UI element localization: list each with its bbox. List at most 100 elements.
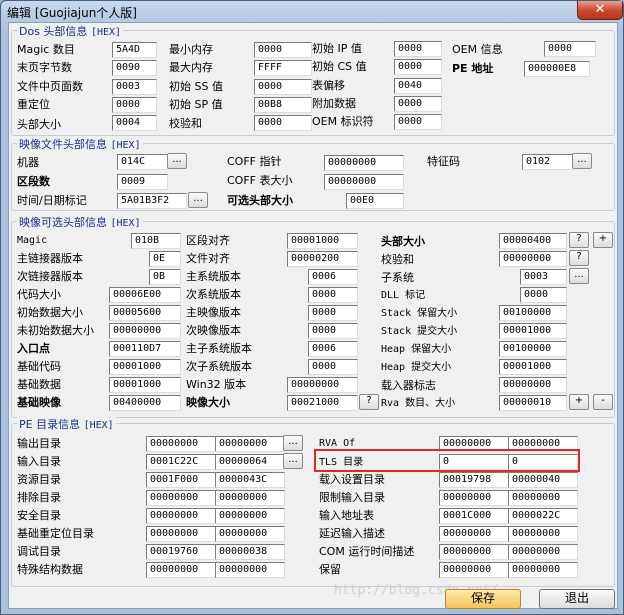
oh-stackcommit-field[interactable]: 00001000 — [499, 323, 567, 339]
oh-win32ver-field[interactable]: 00000000 — [287, 377, 358, 393]
dos-oeminfo-field[interactable]: 0000 — [544, 41, 596, 57]
dd-arch-rva[interactable]: 00000000 — [146, 562, 216, 578]
fh-timestamp-field[interactable]: 5A01B3F2 — [117, 193, 187, 209]
dd-com-size[interactable]: 00000000 — [508, 544, 578, 560]
dd-import-rva[interactable]: 0001C22C — [146, 454, 216, 470]
dos-checksum-field[interactable]: 0000 — [254, 115, 312, 131]
fh-timestamp-browse-button[interactable]: ... — [188, 192, 208, 208]
dd-security-rva[interactable]: 00000000 — [146, 508, 216, 524]
fh-machine-browse-button[interactable]: ... — [167, 153, 187, 169]
oh-dllflags-field[interactable]: 0000 — [520, 287, 567, 303]
dos-magic-field[interactable]: 5A4D — [112, 42, 157, 58]
fh-characteristics-field[interactable]: 0102 — [522, 154, 574, 170]
dd-exception-rva[interactable]: 00000000 — [146, 490, 216, 506]
dos-ss-field[interactable]: 0000 — [254, 79, 312, 95]
oh-imagebase-field[interactable]: 00400000 — [109, 395, 181, 411]
oh-checksum-field[interactable]: 00000000 — [499, 251, 567, 267]
dd-delayimport-rva[interactable]: 00000000 — [439, 526, 509, 542]
dd-com-label: COM 运行时间描述 — [319, 545, 415, 558]
oh-rvacount-minus-button[interactable]: - — [593, 394, 613, 410]
fh-coffsize-field[interactable]: 00000000 — [324, 174, 404, 190]
oh-codesize-field[interactable]: 00006E00 — [109, 287, 181, 303]
oh-hdrsize-help-button[interactable]: ? — [569, 232, 589, 248]
oh-filealign-field[interactable]: 00000200 — [287, 251, 358, 267]
dd-tls-rva[interactable]: 0 — [439, 454, 509, 470]
dos-overlay-field[interactable]: 0000 — [394, 96, 442, 112]
dd-iat-rva[interactable]: 0001C000 — [439, 508, 509, 524]
oh-imagesize-field[interactable]: 00021000 — [287, 395, 358, 411]
dos-oemid-field[interactable]: 0000 — [394, 114, 442, 130]
dd-reserved-rva[interactable]: 00000000 — [439, 562, 509, 578]
dd-import-browse-button[interactable]: ... — [283, 453, 303, 469]
oh-majoros-field[interactable]: 0006 — [308, 269, 358, 285]
dd-debug-rva[interactable]: 00019760 — [146, 544, 216, 560]
dd-reserved-size[interactable]: 00000000 — [508, 562, 578, 578]
close-button[interactable]: ✕ — [577, 1, 623, 20]
oh-magic-field[interactable]: 010B — [131, 233, 181, 249]
dd-loadconfig-rva[interactable]: 00019798 — [439, 472, 509, 488]
oh-entry-field[interactable]: 000110D7 — [109, 341, 181, 357]
oh-secalign-field[interactable]: 00001000 — [287, 233, 358, 249]
dos-pages-field[interactable]: 0003 — [112, 79, 157, 95]
fh-sections-field[interactable]: 0009 — [117, 174, 168, 190]
oh-heapres-field[interactable]: 00100000 — [499, 341, 567, 357]
dos-lfarlc-field[interactable]: 0040 — [394, 78, 442, 94]
dos-sp-field[interactable]: 00B8 — [254, 97, 312, 113]
oh-minorsub-field[interactable]: 0000 — [308, 359, 358, 375]
dd-export-size[interactable]: 00000000 — [215, 436, 285, 452]
fh-coffptr-field[interactable]: 00000000 — [324, 155, 404, 171]
oh-subsystem-field[interactable]: 0003 — [520, 269, 567, 285]
oh-initdata-field[interactable]: 00005600 — [109, 305, 181, 321]
oh-stackres-field[interactable]: 00100000 — [499, 305, 567, 321]
oh-imagesize-help-button[interactable]: ? — [359, 394, 379, 410]
dd-import-size[interactable]: 00000064 — [215, 454, 285, 470]
dos-reloc-field[interactable]: 0000 — [112, 97, 157, 113]
oh-majorimg-field[interactable]: 0000 — [308, 305, 358, 321]
oh-heapcommit-field[interactable]: 00001000 — [499, 359, 567, 375]
dos-ip-field[interactable]: 0000 — [394, 41, 442, 57]
dos-minalloc-field[interactable]: 0000 — [254, 42, 312, 58]
oh-hdrsize-field[interactable]: 00000400 — [499, 233, 567, 249]
dd-resource-size[interactable]: 0000043C — [215, 472, 285, 488]
dd-security-size[interactable]: 00000000 — [215, 508, 285, 524]
oh-hdrsize-plus-button[interactable]: + — [593, 232, 613, 248]
dd-resource-rva[interactable]: 0001F000 — [146, 472, 216, 488]
dd-export-rva[interactable]: 00000000 — [146, 436, 216, 452]
dd-basereloc-rva[interactable]: 00000000 — [146, 526, 216, 542]
fh-opthdrsize-field[interactable]: 00E0 — [346, 193, 404, 209]
dd-basereloc-size[interactable]: 00000000 — [215, 526, 285, 542]
dd-com-rva[interactable]: 00000000 — [439, 544, 509, 560]
dd-export-browse-button[interactable]: ... — [283, 435, 303, 451]
oh-checksum-help-button[interactable]: ? — [569, 250, 589, 266]
oh-rvacount-field[interactable]: 00000010 — [499, 395, 567, 411]
dos-lastpage-field[interactable]: 0090 — [112, 60, 157, 76]
oh-minoros-field[interactable]: 0000 — [308, 287, 358, 303]
oh-majorsub-field[interactable]: 0006 — [308, 341, 358, 357]
oh-rvacount-plus-button[interactable]: + — [569, 394, 589, 410]
oh-minorimg-field[interactable]: 0000 — [308, 323, 358, 339]
dd-boundimport-rva[interactable]: 00000000 — [439, 490, 509, 506]
dd-arch-size[interactable]: 00000000 — [215, 562, 285, 578]
dd-delayimport-size[interactable]: 00000000 — [508, 526, 578, 542]
dd-exception-size[interactable]: 00000000 — [215, 490, 285, 506]
oh-majorlinker-field[interactable]: 0E — [149, 251, 181, 267]
save-button[interactable]: 保存 — [445, 589, 521, 609]
dd-iat-size[interactable]: 0000022C — [508, 508, 578, 524]
dos-peaddr-field[interactable]: 000000E8 — [524, 61, 590, 77]
oh-uninitdata-field[interactable]: 00000000 — [109, 323, 181, 339]
dd-tls-size[interactable]: 0 — [508, 454, 578, 470]
fh-characteristics-browse-button[interactable]: ... — [572, 153, 592, 169]
oh-loaderflags-field[interactable]: 00000000 — [499, 377, 567, 393]
dd-debug-size[interactable]: 00000038 — [215, 544, 285, 560]
oh-minorlinker-field[interactable]: 0B — [149, 269, 181, 285]
dos-cs-field[interactable]: 0000 — [394, 59, 442, 75]
fh-machine-field[interactable]: 014C — [117, 154, 168, 170]
oh-basecode-field[interactable]: 00001000 — [109, 359, 181, 375]
oh-subsystem-browse-button[interactable]: ... — [569, 268, 589, 284]
oh-basedata-field[interactable]: 00001000 — [109, 377, 181, 393]
exit-button[interactable]: 退出 — [539, 589, 615, 609]
dos-hdrsize-field[interactable]: 0004 — [112, 115, 157, 131]
dd-loadconfig-size[interactable]: 00000040 — [508, 472, 578, 488]
dos-maxalloc-field[interactable]: FFFF — [254, 60, 312, 76]
dd-boundimport-size[interactable]: 00000000 — [508, 490, 578, 506]
